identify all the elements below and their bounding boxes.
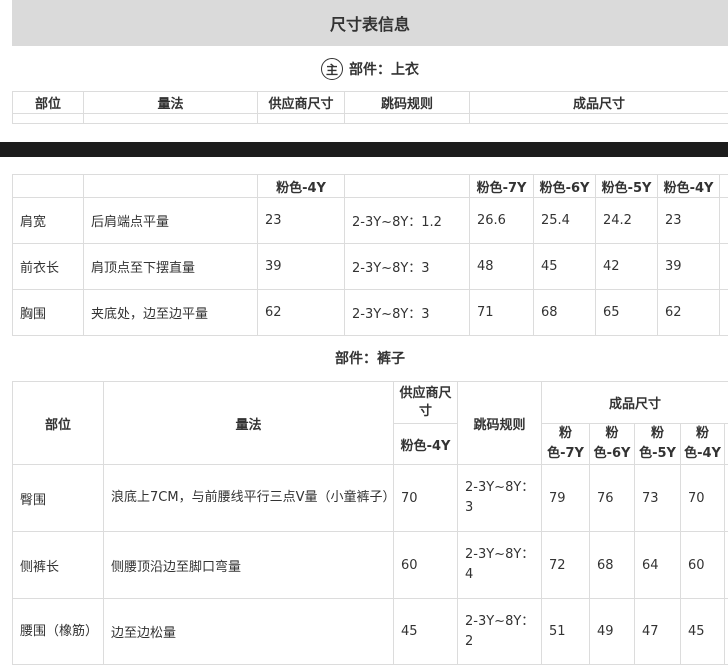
top-finished-col: 粉色-5Y (595, 174, 658, 198)
cell-value: 26.6 (469, 197, 534, 244)
cell-method: 肩顶点至下摆直量 (83, 243, 258, 290)
cell-value: 68 (533, 289, 596, 336)
header-rule: 跳码规则 (344, 91, 470, 114)
header-rule: 跳码规则 (457, 381, 542, 465)
header-finished: 成品尺寸 (469, 91, 728, 114)
section-label-bottom: 部件：裤子 (335, 351, 405, 367)
bottom-finished-col: 粉色-4Y (680, 423, 725, 465)
cell-rule: 2-3Y~8Y：3 (344, 243, 470, 290)
cell-value: 39 (657, 243, 720, 290)
cell-value: 45 (533, 243, 596, 290)
main-badge-icon: 主 (321, 58, 343, 80)
table-row: 前衣长 肩顶点至下摆直量 39 2-3Y~8Y：3 48 45 42 39 (12, 243, 728, 290)
cell-value: 51 (541, 598, 590, 665)
cell-part: 前衣长 (12, 243, 84, 290)
cell-method: 边至边松量 (103, 598, 394, 665)
bottom-finished-col: 粉色-6Y (589, 423, 635, 465)
cell-supplier: 60 (393, 531, 458, 599)
cell-method: 侧腰顶沿边至脚口弯量 (103, 531, 394, 599)
cell-value: 23 (657, 197, 720, 244)
cell-method: 后肩端点平量 (83, 197, 258, 244)
cell-part: 侧裤长 (12, 531, 104, 599)
section-top: 主 部件：上衣 (12, 52, 728, 86)
cell-part: 腰围（橡筋） (12, 598, 104, 665)
cell-supplier: 62 (257, 289, 345, 336)
cell-rule: 2-3Y~8Y：3 (457, 464, 542, 532)
section-label-top: 部件：上衣 (349, 62, 419, 78)
cell-value: 64 (634, 531, 681, 599)
screen-divider (0, 142, 728, 157)
bottom-supplier-col: 粉色-4Y (393, 423, 458, 465)
top-finished-col: 粉色-7Y (469, 174, 534, 198)
cell-value: 65 (595, 289, 658, 336)
bottom-finished-col: 粉色-7Y (541, 423, 590, 465)
top-finished-col: 粉色-4Y (657, 174, 720, 198)
cell-value: 45 (680, 598, 725, 665)
cell-value: 73 (634, 464, 681, 532)
cell-part: 臀围 (12, 464, 104, 532)
header-method: 量法 (83, 91, 258, 114)
cell-supplier: 45 (393, 598, 458, 665)
cell-value: 47 (634, 598, 681, 665)
header-supplier: 供应商尺寸 (393, 381, 458, 424)
cell-value: 79 (541, 464, 590, 532)
cell-value: 62 (657, 289, 720, 336)
header-part: 部位 (12, 91, 84, 114)
cell-value: 71 (469, 289, 534, 336)
cell-part: 胸围 (12, 289, 84, 336)
cell-rule: 2-3Y~8Y：2 (457, 598, 542, 665)
header-supplier: 供应商尺寸 (257, 91, 345, 114)
cell-part: 肩宽 (12, 197, 84, 244)
header-part: 部位 (12, 381, 104, 465)
cell-value: 24.2 (595, 197, 658, 244)
top-supplier-col: 粉色-4Y (257, 174, 345, 198)
cell-value: 25.4 (533, 197, 596, 244)
table-row: 腰围（橡筋） 边至边松量 45 2-3Y~8Y：2 51 49 47 45 (12, 598, 728, 665)
page-title: 尺寸表信息 (12, 0, 728, 46)
cell-value: 48 (469, 243, 534, 290)
cell-value: 68 (589, 531, 635, 599)
top-finished-col: 粉色-6Y (533, 174, 596, 198)
table-row: 肩宽 后肩端点平量 23 2-3Y~8Y：1.2 26.6 25.4 24.2 … (12, 197, 728, 244)
bottom-finished-col: 粉色-5Y (634, 423, 681, 465)
top-header-table: 部位 量法 供应商尺寸 跳码规则 成品尺寸 (12, 91, 728, 124)
cell-method: 夹底处，边至边平量 (83, 289, 258, 336)
cell-value: 42 (595, 243, 658, 290)
cell-value: 60 (680, 531, 725, 599)
section-bottom: 部件：裤子 (12, 338, 728, 378)
cell-value: 49 (589, 598, 635, 665)
cell-supplier: 70 (393, 464, 458, 532)
cell-value: 72 (541, 531, 590, 599)
table-row: 胸围 夹底处，边至边平量 62 2-3Y~8Y：3 71 68 65 62 (12, 289, 728, 336)
bottom-size-table: 部位 量法 供应商尺寸 跳码规则 成品尺寸 粉色-4Y 粉色-7Y 粉色-6Y … (12, 381, 728, 665)
top-size-table: 粉色-4Y 粉色-7Y 粉色-6Y 粉色-5Y 粉色-4Y 肩宽 后肩端点平量 … (12, 174, 728, 336)
header-finished: 成品尺寸 (540, 381, 728, 424)
cell-value: 76 (589, 464, 635, 532)
header-method: 量法 (103, 381, 394, 465)
cell-supplier: 39 (257, 243, 345, 290)
cell-rule: 2-3Y~8Y：3 (344, 289, 470, 336)
table-row: 侧裤长 侧腰顶沿边至脚口弯量 60 2-3Y~8Y：4 72 68 64 60 (12, 531, 728, 599)
cell-value: 70 (680, 464, 725, 532)
cell-method: 浪底上7CM，与前腰线平行三点V量（小童裤子） (103, 464, 395, 532)
table-row: 臀围 浪底上7CM，与前腰线平行三点V量（小童裤子） 70 2-3Y~8Y：3 … (12, 464, 728, 532)
cell-rule: 2-3Y~8Y：1.2 (344, 197, 470, 244)
cell-rule: 2-3Y~8Y：4 (457, 531, 542, 599)
cell-supplier: 23 (257, 197, 345, 244)
